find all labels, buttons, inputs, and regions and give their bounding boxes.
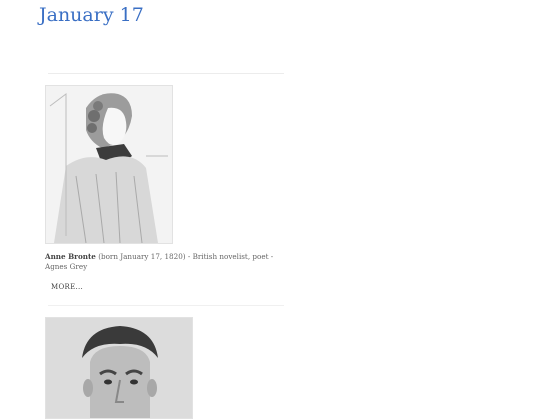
divider	[48, 73, 284, 74]
photo-portrait-image	[46, 318, 192, 418]
entry-caption: Anne Bronte (born January 17, 1820) - Br…	[45, 252, 277, 272]
page-title: January 17	[39, 4, 144, 26]
anne-bronte-portrait[interactable]	[45, 85, 173, 244]
divider	[48, 305, 284, 306]
entry-portrait-2	[45, 317, 193, 419]
sketch-portrait-image	[46, 86, 172, 243]
person-name: Anne Bronte	[45, 252, 96, 261]
more-link[interactable]: MORE...	[51, 283, 83, 291]
portrait-photo[interactable]	[45, 317, 193, 419]
entry-anne-bronte: Anne Bronte (born January 17, 1820) - Br…	[45, 85, 281, 293]
